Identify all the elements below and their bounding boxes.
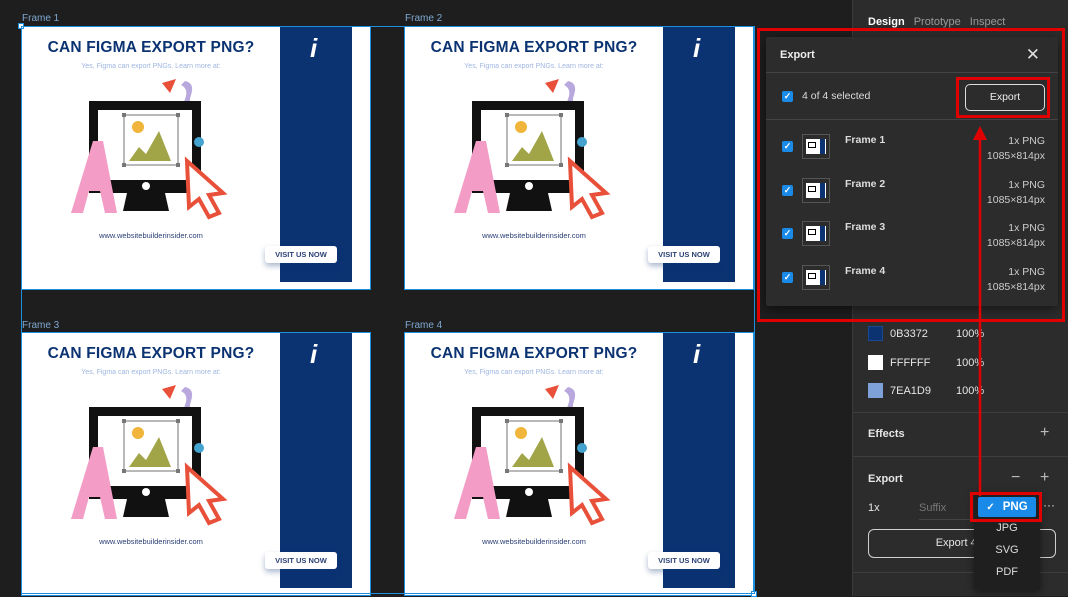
arrow-annotation (973, 126, 987, 496)
effects-title: Effects (868, 428, 905, 440)
color-swatch[interactable] (868, 355, 883, 370)
frame-title: CAN FIGMA EXPORT PNG? (47, 345, 255, 362)
info-icon: i (310, 33, 318, 63)
format-option-svg[interactable]: SVG (974, 544, 1040, 556)
frame-label-2[interactable]: Frame 2 (405, 13, 442, 24)
frame-side-band (280, 333, 352, 588)
format-option-jpg[interactable]: JPG (974, 522, 1040, 534)
frame-title: CAN FIGMA EXPORT PNG? (430, 345, 638, 362)
frame-subtitle: Yes, Figma can export PNGs. Learn more a… (464, 369, 604, 376)
info-icon: i (310, 339, 318, 369)
export-title: Export (868, 473, 903, 485)
frame-2[interactable]: CAN FIGMA EXPORT PNG? Yes, Figma can exp… (404, 26, 754, 290)
add-effect-icon[interactable]: + (1040, 424, 1049, 442)
frame-url: www.websitebuilderinsider.com (99, 537, 203, 546)
visit-us-button: VISIT US NOW (265, 552, 337, 569)
color-row-1[interactable]: 0B3372 100% (868, 326, 984, 341)
color-swatch[interactable] (868, 326, 883, 341)
frame-label-4[interactable]: Frame 4 (405, 320, 442, 331)
monitor-illustration (454, 385, 611, 526)
frame-label-3[interactable]: Frame 3 (22, 320, 59, 331)
panel-tabs: Design Prototype Inspect (868, 16, 1005, 28)
frame-label-1[interactable]: Frame 1 (22, 13, 59, 24)
remove-export-icon[interactable]: − (1011, 469, 1020, 487)
selection-handle-top-left[interactable] (18, 23, 24, 29)
color-hex: 7EA1D9 (890, 384, 931, 397)
frame-url: www.websitebuilderinsider.com (99, 231, 203, 240)
color-row-3[interactable]: 7EA1D9 100% (868, 383, 984, 398)
more-options-icon[interactable]: ··· (1043, 498, 1055, 512)
frame-subtitle: Yes, Figma can export PNGs. Learn more a… (81, 369, 221, 376)
tab-inspect[interactable]: Inspect (970, 16, 1005, 28)
selection-handle-bottom-right[interactable] (751, 591, 757, 597)
info-icon: i (693, 339, 701, 369)
frame-1[interactable]: CAN FIGMA EXPORT PNG? Yes, Figma can exp… (21, 26, 371, 290)
color-hex: FFFFFF (890, 356, 931, 369)
highlight-dialog (757, 28, 1065, 322)
color-hex: 0B3372 (890, 327, 928, 340)
format-option-pdf[interactable]: PDF (974, 566, 1040, 578)
tab-design[interactable]: Design (868, 16, 905, 28)
arrow-head (973, 126, 987, 140)
export-scale[interactable]: 1x (868, 502, 880, 514)
frame-subtitle: Yes, Figma can export PNGs. Learn more a… (464, 63, 604, 70)
frame-url: www.websitebuilderinsider.com (482, 537, 586, 546)
highlight-export-button (956, 77, 1050, 118)
visit-us-button: VISIT US NOW (648, 552, 720, 569)
tab-prototype[interactable]: Prototype (914, 16, 961, 28)
visit-us-button: VISIT US NOW (648, 246, 720, 263)
frame-title: CAN FIGMA EXPORT PNG? (47, 39, 255, 56)
frame-title: CAN FIGMA EXPORT PNG? (430, 39, 638, 56)
frame-3[interactable]: CAN FIGMA EXPORT PNG? Yes, Figma can exp… (21, 332, 371, 596)
divider (853, 456, 1068, 457)
frame-4[interactable]: CAN FIGMA EXPORT PNG? Yes, Figma can exp… (404, 332, 754, 596)
monitor-illustration (71, 385, 228, 526)
frame-side-band (280, 27, 352, 282)
canvas[interactable]: Frame 1 Frame 2 Frame 3 Frame 4 CAN FIGM… (0, 0, 852, 597)
frame-side-band (663, 333, 735, 588)
monitor-illustration (71, 79, 228, 220)
add-export-icon[interactable]: + (1040, 469, 1049, 487)
visit-us-button: VISIT US NOW (265, 246, 337, 263)
frame-url: www.websitebuilderinsider.com (482, 231, 586, 240)
monitor-illustration (454, 79, 611, 220)
info-icon: i (693, 33, 701, 63)
suffix-input[interactable]: Suffix (919, 502, 974, 520)
color-row-2[interactable]: FFFFFF 100% (868, 355, 984, 370)
frame-side-band (663, 27, 735, 282)
color-swatch[interactable] (868, 383, 883, 398)
divider (853, 412, 1068, 413)
frame-subtitle: Yes, Figma can export PNGs. Learn more a… (81, 63, 221, 70)
